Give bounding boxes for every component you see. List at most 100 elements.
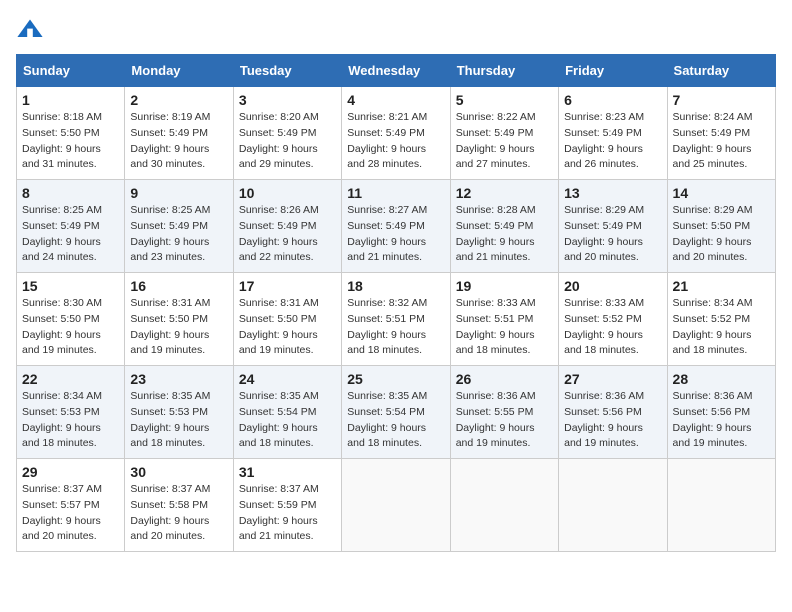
weekday-header: Wednesday bbox=[342, 55, 450, 87]
calendar-cell: 20Sunrise: 8:33 AMSunset: 5:52 PMDayligh… bbox=[559, 273, 667, 366]
calendar-cell: 23 Sunrise: 8:35 AMSunset: 5:53 PMDayligh… bbox=[125, 366, 233, 459]
calendar-cell: 31 Sunrise: 8:37 AMSunset: 5:59 PMDayligh… bbox=[233, 459, 341, 552]
calendar-week-row: 1 Sunrise: 8:18 AMSunset: 5:50 PMDaylight… bbox=[17, 87, 776, 180]
day-number: 13 bbox=[564, 185, 661, 201]
day-info: Sunrise: 8:23 AMSunset: 5:49 PMDaylight:… bbox=[564, 110, 661, 173]
day-info: Sunrise: 8:36 AMSunset: 5:56 PMDaylight:… bbox=[673, 389, 770, 452]
calendar-cell: 17Sunrise: 8:31 AMSunset: 5:50 PMDayligh… bbox=[233, 273, 341, 366]
day-info: Sunrise: 8:37 AMSunset: 5:59 PMDaylight:… bbox=[239, 482, 336, 545]
day-number: 7 bbox=[673, 92, 770, 108]
logo bbox=[16, 16, 48, 44]
calendar-week-row: 15 Sunrise: 8:30 AMSunset: 5:50 PMDayligh… bbox=[17, 273, 776, 366]
day-number: 2 bbox=[130, 92, 227, 108]
calendar-cell bbox=[450, 459, 558, 552]
day-info: Sunrise: 8:35 AMSunset: 5:54 PMDaylight:… bbox=[347, 389, 444, 452]
day-number: 31 bbox=[239, 464, 336, 480]
calendar-cell bbox=[342, 459, 450, 552]
day-number: 17 bbox=[239, 278, 336, 294]
calendar-cell: 4 Sunrise: 8:21 AMSunset: 5:49 PMDaylight… bbox=[342, 87, 450, 180]
calendar-cell: 2 Sunrise: 8:19 AMSunset: 5:49 PMDaylight… bbox=[125, 87, 233, 180]
day-info: Sunrise: 8:30 AMSunset: 5:50 PMDaylight:… bbox=[22, 296, 119, 359]
calendar-cell: 29 Sunrise: 8:37 AMSunset: 5:57 PMDayligh… bbox=[17, 459, 125, 552]
calendar-cell: 28 Sunrise: 8:36 AMSunset: 5:56 PMDayligh… bbox=[667, 366, 775, 459]
day-number: 1 bbox=[22, 92, 119, 108]
day-info: Sunrise: 8:33 AMSunset: 5:51 PMDaylight:… bbox=[456, 296, 553, 359]
calendar-cell: 16Sunrise: 8:31 AMSunset: 5:50 PMDayligh… bbox=[125, 273, 233, 366]
day-number: 10 bbox=[239, 185, 336, 201]
day-number: 22 bbox=[22, 371, 119, 387]
calendar-cell: 9 Sunrise: 8:25 AMSunset: 5:49 PMDaylight… bbox=[125, 180, 233, 273]
day-info: Sunrise: 8:36 AMSunset: 5:55 PMDaylight:… bbox=[456, 389, 553, 452]
calendar-cell: 13 Sunrise: 8:29 AMSunset: 5:49 PMDayligh… bbox=[559, 180, 667, 273]
weekday-header: Tuesday bbox=[233, 55, 341, 87]
day-info: Sunrise: 8:26 AMSunset: 5:49 PMDaylight:… bbox=[239, 203, 336, 266]
calendar-cell: 19 Sunrise: 8:33 AMSunset: 5:51 PMDayligh… bbox=[450, 273, 558, 366]
calendar-cell: 14Sunrise: 8:29 AMSunset: 5:50 PMDayligh… bbox=[667, 180, 775, 273]
day-info: Sunrise: 8:20 AMSunset: 5:49 PMDaylight:… bbox=[239, 110, 336, 173]
calendar-cell: 11 Sunrise: 8:27 AMSunset: 5:49 PMDayligh… bbox=[342, 180, 450, 273]
weekday-header: Thursday bbox=[450, 55, 558, 87]
calendar-cell: 8 Sunrise: 8:25 AMSunset: 5:49 PMDaylight… bbox=[17, 180, 125, 273]
calendar-week-row: 8 Sunrise: 8:25 AMSunset: 5:49 PMDaylight… bbox=[17, 180, 776, 273]
weekday-header: Sunday bbox=[17, 55, 125, 87]
day-info: Sunrise: 8:29 AMSunset: 5:50 PMDaylight:… bbox=[673, 203, 770, 266]
day-number: 23 bbox=[130, 371, 227, 387]
day-number: 28 bbox=[673, 371, 770, 387]
day-info: Sunrise: 8:25 AMSunset: 5:49 PMDaylight:… bbox=[22, 203, 119, 266]
day-info: Sunrise: 8:37 AMSunset: 5:58 PMDaylight:… bbox=[130, 482, 227, 545]
calendar-cell: 24Sunrise: 8:35 AMSunset: 5:54 PMDayligh… bbox=[233, 366, 341, 459]
day-number: 29 bbox=[22, 464, 119, 480]
calendar-cell: 7 Sunrise: 8:24 AMSunset: 5:49 PMDaylight… bbox=[667, 87, 775, 180]
day-number: 26 bbox=[456, 371, 553, 387]
calendar-week-row: 29 Sunrise: 8:37 AMSunset: 5:57 PMDayligh… bbox=[17, 459, 776, 552]
calendar: SundayMondayTuesdayWednesdayThursdayFrid… bbox=[16, 54, 776, 552]
day-info: Sunrise: 8:18 AMSunset: 5:50 PMDaylight:… bbox=[22, 110, 119, 173]
day-info: Sunrise: 8:19 AMSunset: 5:49 PMDaylight:… bbox=[130, 110, 227, 173]
day-number: 8 bbox=[22, 185, 119, 201]
day-number: 6 bbox=[564, 92, 661, 108]
calendar-cell bbox=[667, 459, 775, 552]
day-info: Sunrise: 8:31 AMSunset: 5:50 PMDaylight:… bbox=[130, 296, 227, 359]
day-number: 9 bbox=[130, 185, 227, 201]
day-info: Sunrise: 8:25 AMSunset: 5:49 PMDaylight:… bbox=[130, 203, 227, 266]
day-info: Sunrise: 8:35 AMSunset: 5:53 PMDaylight:… bbox=[130, 389, 227, 452]
calendar-cell bbox=[559, 459, 667, 552]
day-info: Sunrise: 8:27 AMSunset: 5:49 PMDaylight:… bbox=[347, 203, 444, 266]
calendar-cell: 3Sunrise: 8:20 AMSunset: 5:49 PMDaylight… bbox=[233, 87, 341, 180]
header bbox=[16, 16, 776, 44]
calendar-cell: 27Sunrise: 8:36 AMSunset: 5:56 PMDayligh… bbox=[559, 366, 667, 459]
calendar-week-row: 22 Sunrise: 8:34 AMSunset: 5:53 PMDayligh… bbox=[17, 366, 776, 459]
day-number: 30 bbox=[130, 464, 227, 480]
day-info: Sunrise: 8:37 AMSunset: 5:57 PMDaylight:… bbox=[22, 482, 119, 545]
weekday-header: Saturday bbox=[667, 55, 775, 87]
calendar-cell: 6 Sunrise: 8:23 AMSunset: 5:49 PMDaylight… bbox=[559, 87, 667, 180]
day-info: Sunrise: 8:28 AMSunset: 5:49 PMDaylight:… bbox=[456, 203, 553, 266]
day-number: 25 bbox=[347, 371, 444, 387]
calendar-cell: 18 Sunrise: 8:32 AMSunset: 5:51 PMDayligh… bbox=[342, 273, 450, 366]
day-number: 11 bbox=[347, 185, 444, 201]
day-info: Sunrise: 8:21 AMSunset: 5:49 PMDaylight:… bbox=[347, 110, 444, 173]
calendar-cell: 10 Sunrise: 8:26 AMSunset: 5:49 PMDayligh… bbox=[233, 180, 341, 273]
calendar-cell: 1 Sunrise: 8:18 AMSunset: 5:50 PMDaylight… bbox=[17, 87, 125, 180]
weekday-header: Monday bbox=[125, 55, 233, 87]
day-number: 15 bbox=[22, 278, 119, 294]
weekday-header-row: SundayMondayTuesdayWednesdayThursdayFrid… bbox=[17, 55, 776, 87]
day-info: Sunrise: 8:33 AMSunset: 5:52 PMDaylight:… bbox=[564, 296, 661, 359]
logo-icon bbox=[16, 16, 44, 44]
day-number: 5 bbox=[456, 92, 553, 108]
day-info: Sunrise: 8:29 AMSunset: 5:49 PMDaylight:… bbox=[564, 203, 661, 266]
day-number: 4 bbox=[347, 92, 444, 108]
day-info: Sunrise: 8:34 AMSunset: 5:53 PMDaylight:… bbox=[22, 389, 119, 452]
calendar-cell: 12 Sunrise: 8:28 AMSunset: 5:49 PMDayligh… bbox=[450, 180, 558, 273]
day-info: Sunrise: 8:36 AMSunset: 5:56 PMDaylight:… bbox=[564, 389, 661, 452]
calendar-cell: 22 Sunrise: 8:34 AMSunset: 5:53 PMDayligh… bbox=[17, 366, 125, 459]
day-number: 21 bbox=[673, 278, 770, 294]
day-info: Sunrise: 8:24 AMSunset: 5:49 PMDaylight:… bbox=[673, 110, 770, 173]
day-number: 18 bbox=[347, 278, 444, 294]
calendar-cell: 5Sunrise: 8:22 AMSunset: 5:49 PMDaylight… bbox=[450, 87, 558, 180]
calendar-cell: 30 Sunrise: 8:37 AMSunset: 5:58 PMDayligh… bbox=[125, 459, 233, 552]
day-info: Sunrise: 8:32 AMSunset: 5:51 PMDaylight:… bbox=[347, 296, 444, 359]
day-number: 19 bbox=[456, 278, 553, 294]
calendar-cell: 25 Sunrise: 8:35 AMSunset: 5:54 PMDayligh… bbox=[342, 366, 450, 459]
day-number: 12 bbox=[456, 185, 553, 201]
